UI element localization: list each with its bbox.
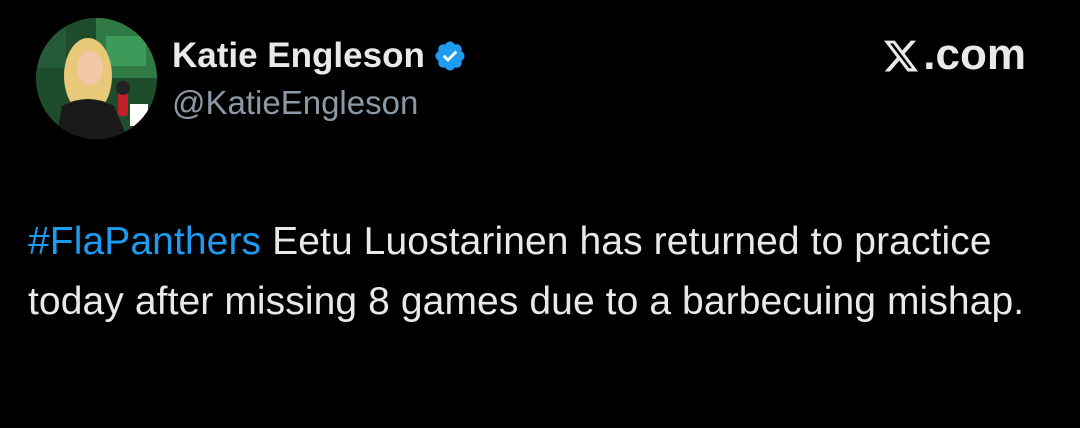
verified-badge-icon	[433, 39, 467, 73]
author-handle[interactable]: @KatieEngleson	[172, 84, 418, 122]
brand-suffix: .com	[923, 30, 1026, 79]
hashtag-link[interactable]: #FlaPanthers	[28, 220, 261, 263]
tweet-card: Katie Engleson @KatieEngleson .com #FlaP…	[0, 0, 1080, 428]
brand-watermark: .com	[882, 30, 1026, 80]
x-logo-icon	[882, 36, 920, 74]
author-avatar[interactable]	[36, 18, 157, 139]
profile-photo-icon	[36, 18, 157, 139]
tweet-text: #FlaPanthers Eetu Luostarinen has return…	[28, 212, 1058, 332]
author-name[interactable]: Katie Engleson	[172, 36, 425, 76]
author-name-row: Katie Engleson	[172, 32, 467, 80]
